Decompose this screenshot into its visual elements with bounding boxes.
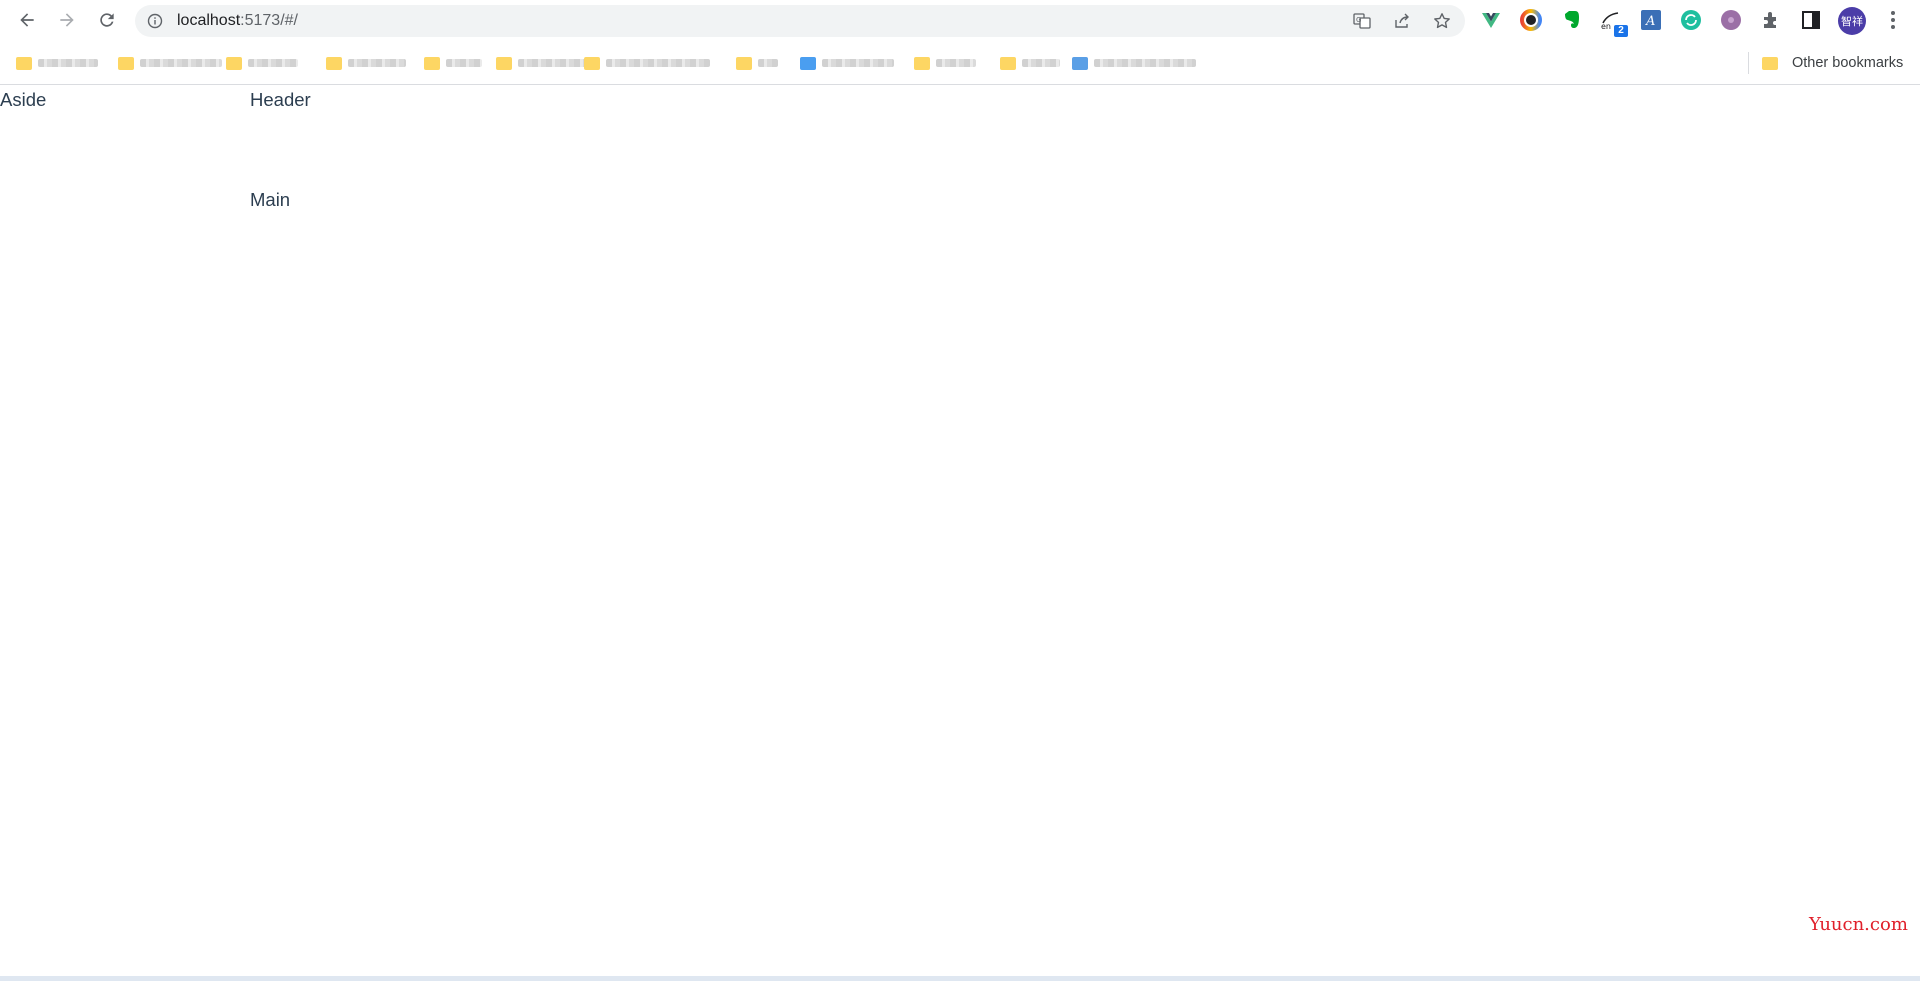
bookmark-item[interactable] [118, 53, 222, 73]
bookmark-item[interactable] [226, 53, 298, 73]
back-arrow-icon [20, 13, 34, 27]
bookmark-item[interactable] [914, 53, 976, 73]
translate-badge: 2 [1614, 25, 1628, 37]
bookmarks-bar [0, 42, 1920, 85]
other-bookmarks-label: Other bookmarks [1792, 55, 1904, 71]
bookmark-item[interactable] [584, 53, 710, 73]
url-text[interactable]: localhost:5173/#/ [177, 12, 298, 30]
translate-icon[interactable]: G [1353, 12, 1371, 30]
folder-icon [16, 56, 32, 70]
profile-avatar[interactable]: 智祥 [1838, 7, 1866, 35]
forward-button[interactable] [52, 5, 82, 35]
folder-icon [1762, 56, 1778, 70]
bookmark-item[interactable] [1072, 53, 1196, 73]
bookmark-star-icon[interactable] [1433, 12, 1451, 30]
folder-icon [1000, 56, 1016, 70]
reload-icon [100, 13, 114, 27]
bookmark-item[interactable] [326, 53, 406, 73]
forward-arrow-icon [60, 13, 74, 27]
svg-text:en: en [1601, 22, 1611, 31]
header-text: Header [250, 89, 311, 110]
folder-icon [584, 56, 600, 70]
font-extension-icon[interactable]: A [1640, 9, 1662, 31]
address-bar[interactable]: localhost:5173/#/ G [135, 5, 1465, 37]
refresh-extension-icon[interactable] [1680, 9, 1702, 31]
bookmark-item[interactable] [16, 53, 98, 73]
bookmarks-separator [1748, 52, 1749, 74]
folder-icon [1072, 56, 1088, 70]
folder-icon [496, 56, 512, 70]
evernote-icon[interactable] [1560, 9, 1582, 31]
other-bookmarks-button[interactable]: Other bookmarks [1762, 53, 1903, 73]
reload-button[interactable] [92, 5, 122, 35]
folder-icon [326, 56, 342, 70]
bookmark-item[interactable] [424, 53, 482, 73]
puzzle-extensions-icon[interactable] [1760, 9, 1782, 31]
back-button[interactable] [12, 5, 42, 35]
url-rest: :5173/#/ [240, 12, 298, 29]
site-info-icon[interactable] [147, 13, 163, 29]
side-panel-icon[interactable] [1800, 9, 1822, 31]
folder-icon [118, 56, 134, 70]
purple-extension-icon[interactable] [1720, 9, 1742, 31]
aside-text: Aside [0, 89, 47, 110]
bookmark-item[interactable] [736, 53, 778, 73]
url-host: localhost [177, 12, 241, 29]
bookmark-item[interactable] [800, 53, 894, 73]
browser-toolbar: localhost:5173/#/ G en 2 A 智祥 [0, 0, 1920, 42]
svg-text:G: G [1356, 16, 1361, 24]
folder-icon [424, 56, 440, 70]
share-icon[interactable] [1393, 12, 1411, 30]
folder-icon [736, 56, 752, 70]
svg-text:A: A [1645, 14, 1655, 29]
folder-icon [800, 56, 816, 70]
bookmark-item[interactable] [1000, 53, 1060, 73]
color-picker-icon[interactable] [1520, 9, 1542, 31]
more-vert-icon[interactable] [1882, 9, 1904, 31]
bookmark-item[interactable] [496, 53, 588, 73]
folder-icon [914, 56, 930, 70]
watermark-text: Yuucn.com [1809, 914, 1908, 935]
bottom-edge-strip [0, 976, 1920, 981]
vue-devtools-icon[interactable] [1480, 9, 1502, 31]
main-text: Main [250, 189, 291, 210]
folder-icon [226, 56, 242, 70]
